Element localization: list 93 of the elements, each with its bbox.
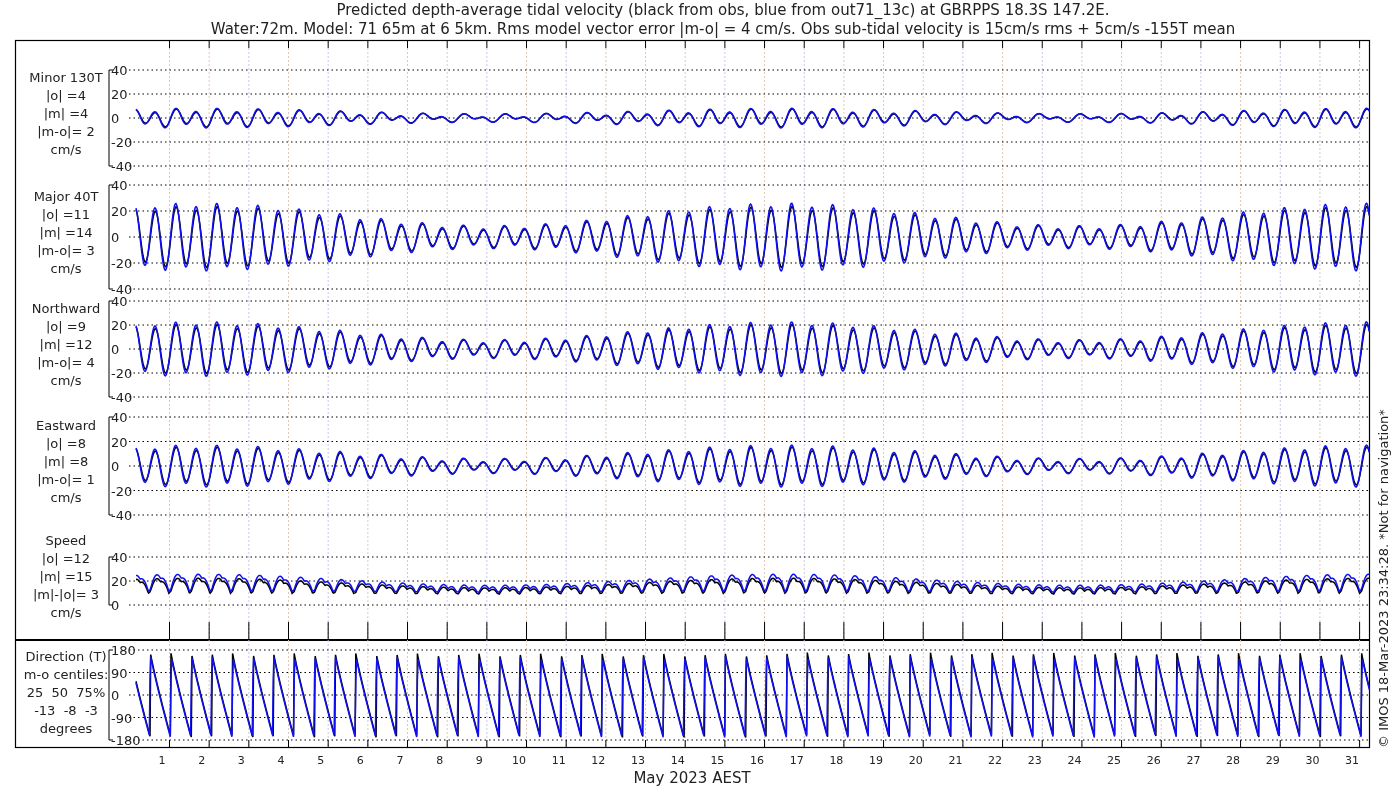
y-tick-label: -40	[111, 508, 133, 523]
y-tick-label: 40	[111, 63, 128, 78]
y-tick-label: -20	[111, 256, 133, 271]
chart-title: Water:72m. Model: 71 65m at 6 5km. Rms model vector error |m-o| = 4 cm/s. Obs sub-tidal velocity is 15cm/s rms + 5cm/s -155T mean	[210, 20, 1236, 38]
panel-label: |o| =8	[46, 436, 86, 451]
x-tick-label: 7	[396, 754, 404, 767]
x-tick-label: 19	[869, 754, 884, 767]
copyright-note: © IMOS 18-Mar-2023 23:34:28. *Not for navigation*	[1376, 409, 1391, 748]
x-tick-label: 18	[829, 754, 844, 767]
y-tick-label: -40	[111, 159, 133, 174]
x-tick-label: 1	[158, 754, 166, 767]
panel-label: cm/s	[50, 490, 82, 505]
panel-label: 25 50 75%	[26, 685, 106, 700]
panel-label: cm/s	[50, 373, 82, 388]
panel-label: |o| =11	[41, 207, 91, 222]
y-tick-label: 0	[111, 230, 120, 245]
x-tick-label: 2	[198, 754, 206, 767]
x-tick-label: 14	[670, 754, 685, 767]
y-tick-label: -40	[111, 282, 133, 297]
y-tick-label: -20	[111, 135, 133, 150]
panel-label: |o| =4	[46, 88, 86, 103]
panel-label: |m| =4	[43, 106, 89, 121]
y-tick-label: 40	[111, 410, 128, 425]
chart-title: Predicted depth-average tidal velocity (black from obs, blue from out71_13c) at GBRPPS 18.3S 147.2E.	[336, 1, 1110, 19]
x-tick-label: 26	[1146, 754, 1161, 767]
x-tick-label: 29	[1265, 754, 1280, 767]
panel-label: cm/s	[50, 261, 82, 276]
x-tick-label: 23	[1027, 754, 1042, 767]
x-tick-label: 30	[1305, 754, 1320, 767]
y-tick-label: 20	[111, 318, 128, 333]
x-tick-label: 8	[436, 754, 444, 767]
y-tick-label: 20	[111, 434, 128, 450]
panel-label: |o| =12	[41, 551, 91, 566]
y-tick-label: 90	[111, 665, 128, 681]
panel-label: Eastward	[36, 418, 96, 433]
y-tick-label: 20	[111, 204, 128, 219]
x-tick-label: 13	[631, 754, 646, 767]
x-tick-label: 11	[551, 754, 566, 767]
y-tick-label: 0	[111, 342, 120, 357]
x-tick-label: 24	[1067, 754, 1082, 767]
x-tick-label: 5	[317, 754, 325, 767]
x-tick-label: 16	[750, 754, 765, 767]
x-tick-label: 25	[1107, 754, 1122, 767]
panel-label: -13 -8 -3	[34, 703, 98, 718]
panel-label: degrees	[39, 721, 93, 736]
panel-label: Direction (T)	[25, 649, 107, 664]
panel-label: |m-o|= 4	[37, 355, 95, 370]
x-tick-label: 12	[591, 754, 606, 767]
x-tick-label: 6	[356, 754, 364, 767]
panel-label: cm/s	[50, 142, 82, 157]
panel-label: |m| =8	[43, 454, 89, 469]
panel-label: |m| =14	[39, 225, 93, 240]
panel-label: Major 40T	[33, 189, 99, 204]
x-tick-label: 15	[710, 754, 725, 767]
x-tick-label: 4	[277, 754, 285, 767]
panel-label: |m-o|= 3	[37, 243, 95, 258]
y-tick-label: 40	[111, 550, 128, 565]
x-axis-label: May 2023 AEST	[633, 769, 751, 787]
y-tick-label: -90	[111, 710, 133, 726]
y-tick-label: 20	[111, 87, 128, 102]
panel-label: |m| =12	[39, 337, 93, 352]
y-tick-label: -180	[111, 733, 141, 748]
y-tick-label: -20	[111, 483, 133, 499]
x-tick-label: 10	[512, 754, 527, 767]
panel-label: m-o centiles:	[23, 667, 109, 682]
y-tick-label: 0	[111, 111, 120, 126]
x-tick-label: 28	[1226, 754, 1241, 767]
panel-label: |o| =9	[46, 319, 86, 334]
panel-label: |m-o|= 1	[37, 472, 95, 487]
y-tick-label: 0	[111, 688, 120, 703]
y-tick-label: 40	[111, 294, 128, 309]
y-tick-label: 20	[111, 574, 128, 589]
x-tick-label: 9	[475, 754, 483, 767]
y-tick-label: 180	[111, 643, 136, 658]
panel-label: |m|-|o|= 3	[32, 587, 100, 602]
x-tick-label: 31	[1345, 754, 1360, 767]
x-tick-label: 22	[988, 754, 1003, 767]
panel-label: cm/s	[50, 605, 82, 620]
panel-label: Speed	[45, 533, 87, 548]
panel-label: Minor 130T	[29, 70, 103, 85]
y-tick-label: 0	[111, 598, 120, 613]
x-tick-label: 27	[1186, 754, 1201, 767]
y-tick-label: -20	[111, 366, 133, 381]
y-tick-label: -40	[111, 390, 133, 405]
x-tick-label: 20	[908, 754, 923, 767]
y-tick-label: 40	[111, 178, 128, 193]
x-tick-label: 3	[237, 754, 245, 767]
panel-label: |m-o|= 2	[37, 124, 95, 139]
panel-label: Northward	[31, 301, 101, 316]
y-tick-label: 0	[111, 459, 120, 474]
panel-label: |m| =15	[39, 569, 93, 584]
x-tick-label: 21	[948, 754, 963, 767]
x-tick-label: 17	[789, 754, 804, 767]
